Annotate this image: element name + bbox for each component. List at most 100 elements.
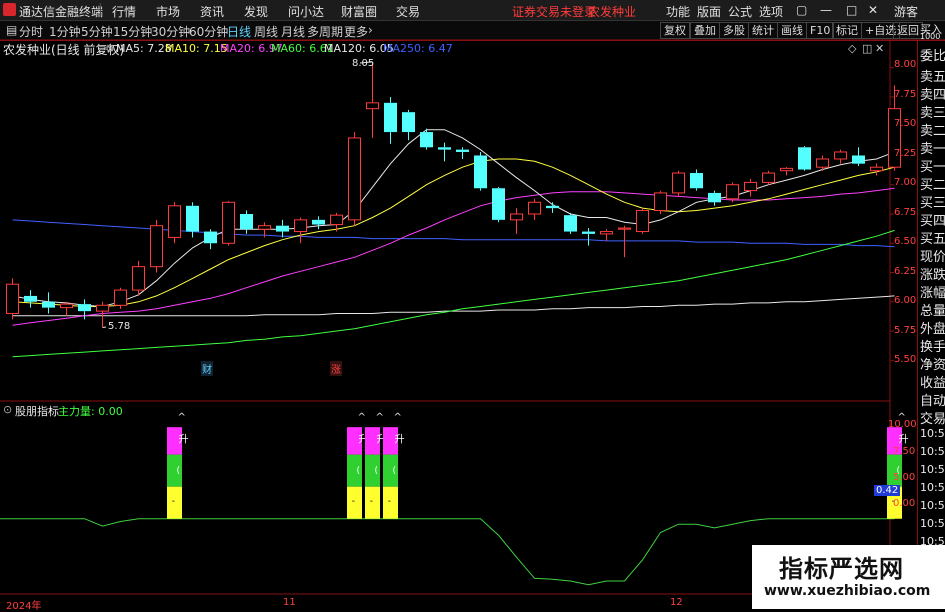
watermark-title: 指标严选网 [779, 555, 904, 583]
side-item-pct: 涨幅 [920, 286, 945, 301]
candle-body [870, 166, 883, 172]
candle-body [114, 289, 127, 306]
price-tick: 6.25 [894, 266, 917, 277]
indicator-name[interactable]: 股朋指标 [15, 403, 59, 419]
candle-body [456, 149, 469, 152]
candle-body [384, 102, 397, 133]
indicator-toggle-icon[interactable]: ⊙ [3, 403, 12, 416]
side-item-buy1: 买一 [920, 160, 945, 175]
tick-time: 10:58 [920, 499, 945, 512]
price-tick: 8.00 [894, 59, 917, 70]
candle-body [24, 295, 37, 302]
candle-body [546, 205, 559, 209]
price-tick: 7.25 [894, 148, 917, 159]
candle-body [690, 173, 703, 189]
signal-bar-label: 升 [179, 434, 189, 446]
x-tick: 12 [670, 597, 683, 608]
x-tick: 11 [283, 597, 296, 608]
candle-body [780, 167, 793, 172]
price-tick: 6.50 [894, 236, 917, 247]
candle-body [420, 132, 433, 148]
sub-tick: 5.00 [893, 472, 916, 483]
candle-body [204, 231, 217, 244]
signal-bar-label: 升 [899, 434, 909, 446]
limit-up-marker[interactable]: 涨 [330, 361, 342, 376]
candle-body [852, 155, 865, 164]
candle-body [258, 225, 271, 230]
side-item-sell2: 卖二 [920, 124, 945, 139]
candle-body [636, 209, 649, 233]
signal-bar-mark: - [172, 496, 176, 507]
side-item-turnover: 换手 [920, 340, 945, 355]
candle-body [798, 147, 811, 170]
side-item-outer: 外盘 [920, 322, 945, 337]
ma120-line [12, 295, 895, 317]
candle-body [438, 147, 451, 150]
price-tick: 7.00 [894, 177, 917, 188]
side-item-weibi: 委比 [920, 49, 945, 64]
sub-tick: 10.00 [888, 419, 917, 430]
candle-body [492, 188, 505, 220]
candle-body [834, 151, 847, 160]
candle-body [366, 102, 379, 110]
tick-time: 10:58 [920, 481, 945, 494]
side-item-price: 现价 [920, 250, 945, 265]
candle-body [474, 155, 487, 189]
side-item-earnings: 收益 [920, 376, 945, 391]
low-leader-line [102, 326, 107, 329]
side-item-sell4: 卖四 [920, 88, 945, 103]
side-item-buy5: 买五 [920, 232, 945, 247]
side-item-sell3: 卖三 [920, 106, 945, 121]
watermark-banner: 指标严选网 www.xuezhibiao.com [752, 545, 945, 609]
candle-body [42, 301, 55, 308]
kline-chart[interactable]: 升(-^升(-^升(-^升(-^升(-^ [0, 0, 945, 609]
tick-time: 10:58 [920, 517, 945, 530]
side-item-volume: 总量 [920, 304, 945, 319]
price-tick: 5.50 [894, 354, 917, 365]
candle-body [276, 225, 289, 232]
candle-body [222, 201, 235, 244]
x-tick: 2024年 [6, 601, 42, 612]
side-item-netasset: 净资 [920, 358, 945, 373]
candle-body [78, 304, 91, 312]
candle-body [762, 172, 775, 183]
side-item-buy3: 买三 [920, 196, 945, 211]
sub-tick: 7.50 [893, 446, 916, 457]
candle-body [330, 214, 343, 226]
finance-marker[interactable]: 财 [201, 361, 213, 376]
side-top-sub: 1000 [920, 32, 941, 41]
sub-current-value: 0.42 [874, 485, 901, 496]
price-tick: 5.75 [894, 325, 917, 336]
candle-body [510, 213, 523, 221]
side-item-trade[interactable]: 交易 [920, 408, 945, 427]
candle-body [564, 215, 577, 232]
candle-body [672, 172, 685, 194]
tick-time: 10:58 [920, 427, 945, 440]
side-item-sell5: 卖五 [920, 70, 945, 85]
candle-body [582, 231, 595, 234]
candle-body [726, 184, 739, 200]
candle-body [618, 227, 631, 230]
candle-body [744, 181, 757, 192]
price-tick: 6.00 [894, 295, 917, 306]
side-item-buy2: 买二 [920, 178, 945, 193]
candle-body [168, 205, 181, 238]
candle-body [6, 283, 19, 314]
side-item-auto[interactable]: 自动 [920, 390, 945, 409]
candle-body [186, 205, 199, 232]
candle-body [240, 214, 253, 230]
side-item-change: 涨跌 [920, 268, 945, 283]
candle-body [402, 112, 415, 133]
indicator-value: 主力量: 0.00 [58, 405, 123, 418]
signal-bar-label: 升 [395, 434, 405, 446]
candle-body [708, 192, 721, 203]
signal-bar-mark: - [352, 496, 356, 507]
signal-bar-mark: ( [357, 466, 361, 476]
signal-bar-mark: ( [177, 466, 181, 476]
watermark-url: www.xuezhibiao.com [764, 583, 931, 599]
side-item-sell1: 卖一 [920, 142, 945, 157]
candle-body [348, 137, 361, 221]
signal-bar-mark: ( [375, 466, 379, 476]
candle-body [294, 219, 307, 233]
tick-time: 10:58 [920, 463, 945, 476]
